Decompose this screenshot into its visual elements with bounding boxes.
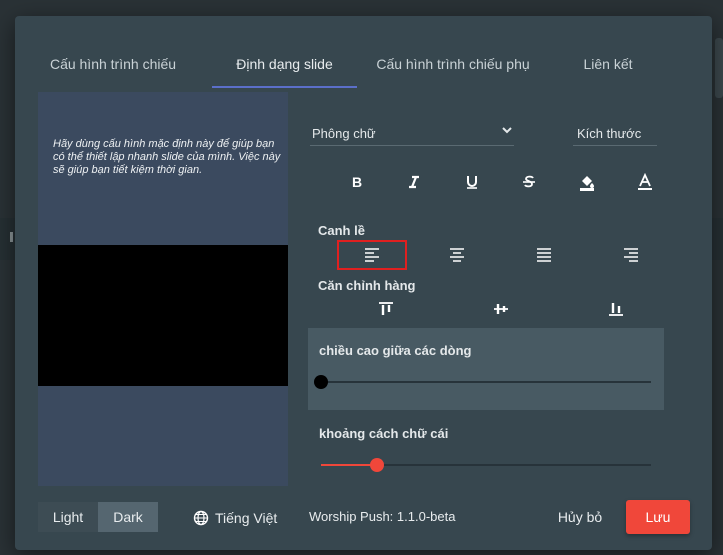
vertical-align-center-icon [494,304,508,314]
backdrop-mark [10,232,13,242]
line-height-track[interactable] [321,381,651,383]
vertical-align-center-button[interactable] [481,296,521,322]
letter-spacing-control: khoảng cách chữ cái [308,412,664,486]
font-family-label: Phông chữ [312,126,376,141]
letter-spacing-label: khoảng cách chữ cái [319,426,449,441]
align-left-button[interactable] [337,240,407,270]
align-justify-button[interactable] [509,240,579,270]
tab-links[interactable]: Liên kết [558,46,658,88]
svg-text:B: B [352,174,362,190]
vertical-align-bottom-button[interactable] [596,296,636,322]
preview-text: Hãy dùng cấu hình mặc định này để giúp b… [53,138,281,176]
line-height-slider-thumb[interactable] [314,375,328,389]
fill-color-icon [580,176,594,191]
language-label: Tiếng Việt [215,510,278,526]
fill-color-button[interactable] [571,170,603,194]
font-family-select[interactable]: Phông chữ [310,120,514,146]
backdrop-scrollbar [715,38,723,98]
text-format-toolbar: B [304,170,684,194]
theme-light-button[interactable]: Light [38,502,98,532]
globe-icon [193,510,209,526]
cancel-button[interactable]: Hủy bỏ [545,502,615,532]
italic-icon [409,175,419,189]
underline-button[interactable] [456,170,488,194]
tab-presentation-config[interactable]: Cấu hình trình chiếu [38,46,188,88]
vertical-align-top-button[interactable] [366,296,406,322]
bold-button[interactable]: B [341,170,373,194]
font-size-input[interactable]: Kích thước [573,120,657,146]
text-color-icon [638,173,652,190]
line-height-label: chiều cao giữa các dòng [319,343,472,358]
align-right-icon [624,248,638,262]
version-text: Worship Push: 1.1.0-beta [309,509,456,524]
vertical-align-bottom-icon [609,303,623,316]
tab-secondary-presentation-config[interactable]: Cấu hình trình chiếu phụ [368,46,538,88]
line-height-control: chiều cao giữa các dòng [308,328,664,410]
vertical-align-top-icon [379,302,393,315]
align-justify-icon [537,248,551,262]
italic-button[interactable] [398,170,430,194]
theme-toggle: Light Dark [38,502,159,532]
align-center-button[interactable] [422,240,492,270]
preview-video-area [38,245,288,386]
strikethrough-button[interactable] [513,170,545,194]
text-color-button[interactable] [629,170,661,194]
letter-spacing-track-fill [321,464,378,466]
strikethrough-icon [523,175,535,188]
underline-icon [467,176,477,189]
tab-slide-format[interactable]: Định dạng slide [212,46,357,88]
vertical-alignment-label: Căn chỉnh hàng [318,278,416,293]
theme-dark-button[interactable]: Dark [98,502,158,532]
settings-dialog: Cấu hình trình chiếu Định dạng slide Cấu… [15,16,712,550]
save-button[interactable]: Lưu [626,500,690,534]
format-settings-panel: Phông chữ Kích thước B Canh lề Căn chỉnh… [304,92,684,486]
language-selector[interactable]: Tiếng Việt [193,508,277,528]
align-center-icon [450,248,464,262]
tab-bar: Cấu hình trình chiếu Định dạng slide Cấu… [38,46,686,88]
chevron-down-icon [500,123,514,142]
align-right-button[interactable] [596,240,666,270]
alignment-label: Canh lề [318,223,365,238]
bold-icon: B [352,174,362,190]
slide-preview: Hãy dùng cấu hình mặc định này để giúp b… [38,92,288,486]
letter-spacing-slider-thumb[interactable] [370,458,385,472]
font-size-label: Kích thước [577,126,642,141]
align-left-icon [365,248,379,262]
